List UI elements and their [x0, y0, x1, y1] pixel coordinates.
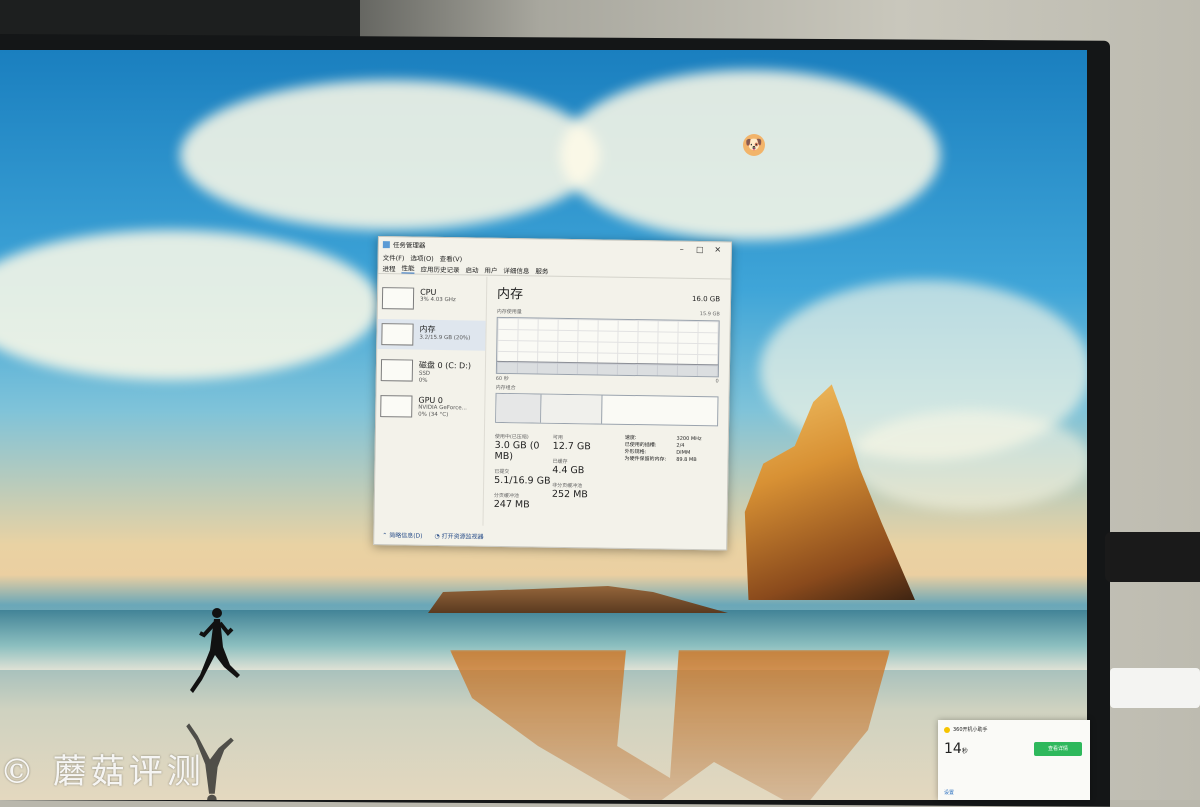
boot-seconds: 14	[944, 741, 962, 757]
task-manager-window: 任务管理器 – □ ✕ 文件(F) 选项(O) 查看(V) 进程 性能 应用历史…	[373, 236, 732, 551]
resource-memory[interactable]: 内存 3.2/15.9 GB (20%)	[377, 319, 486, 351]
usage-caption: 内存使用量	[496, 308, 522, 316]
graph-axis-left: 60 秒	[495, 375, 509, 383]
tab-startup[interactable]: 启动	[465, 264, 478, 274]
maximize-icon[interactable]: □	[691, 244, 709, 253]
resource-list: CPU 3% 4.03 GHz 内存 3.2/15.9 GB (20%) 磁盘 …	[374, 275, 488, 526]
stat-value: 5.1/16.9 GB	[494, 474, 551, 487]
disk-mini-graph	[380, 359, 414, 382]
tab-processes[interactable]: 进程	[382, 263, 395, 273]
usage-max: 15.9 GB	[699, 311, 720, 318]
cpu-mini-graph	[381, 287, 415, 310]
composition-free	[602, 396, 718, 426]
notification-header: 360开机小助手	[953, 727, 988, 733]
memory-usage-fill	[496, 360, 719, 377]
composition-caption: 内存组合	[495, 384, 516, 392]
menu-file[interactable]: 文件(F)	[383, 252, 405, 262]
runner-silhouette	[190, 608, 240, 693]
spec-label: 为硬件保留的内存:	[624, 455, 667, 463]
cloud	[180, 80, 600, 230]
memory-panel: 内存 16.0 GB 内存使用量 15.9 GB 60 秒 0 内存组合 使用中…	[483, 277, 730, 530]
memory-composition-bar	[495, 392, 719, 427]
memory-specs: 速度: 已使用的插槽: 外形规格: 为硬件保留的内存: 3200 MHz 2/4…	[624, 435, 701, 519]
cloud	[850, 410, 1087, 510]
resource-monitor-link[interactable]: ◔ 打开资源监视器	[434, 530, 483, 540]
tab-services[interactable]: 服务	[535, 265, 548, 275]
settings-link[interactable]: 设置	[944, 789, 954, 796]
tab-app-history[interactable]: 应用历史记录	[420, 263, 459, 274]
memory-mini-graph	[381, 323, 414, 346]
boot-time-notification: 360开机小助手 14秒 查看详情 设置	[938, 720, 1090, 800]
boot-seconds-unit: 秒	[961, 748, 968, 755]
tab-details[interactable]: 详细信息	[503, 264, 529, 274]
resource-detail: 3.2/15.9 GB (20%)	[419, 334, 471, 342]
resource-name: 磁盘 0 (C: D:)	[418, 360, 472, 371]
memory-usage-graph	[495, 316, 720, 378]
desktop-pet-icon[interactable]: 🐶	[743, 134, 765, 156]
menu-options[interactable]: 选项(O)	[410, 252, 433, 262]
watermark-text: © 蘑菇评测	[0, 752, 205, 792]
cloud	[0, 230, 380, 380]
fewer-details-label: 简略信息(D)	[389, 531, 423, 540]
usb-plug	[1110, 668, 1200, 708]
close-icon[interactable]: ✕	[709, 245, 727, 254]
resource-monitor-label: 打开资源监视器	[441, 532, 484, 541]
resource-detail: 3% 4.03 GHz	[419, 296, 456, 304]
spec-value: 89.8 MB	[676, 456, 697, 464]
stat-value: 4.4 GB	[552, 464, 585, 477]
resource-detail: 0% (34 °C)	[418, 411, 449, 419]
resource-cpu[interactable]: CPU 3% 4.03 GHz	[378, 283, 486, 315]
rock-reflection	[450, 650, 890, 800]
360-logo-icon	[944, 726, 950, 733]
stats-column-left: 使用中(已压缩) 3.0 GB (0 MB) 已提交 5.1/16.9 GB 分页缓…	[494, 433, 553, 517]
resource-gpu[interactable]: GPU 0 NVIDIA GeForce... 0% (34 °C)	[376, 391, 484, 423]
task-manager-app-icon	[382, 240, 390, 248]
resource-name: 内存	[419, 324, 436, 334]
stat-value: 247 MB	[493, 498, 530, 511]
composition-cached	[541, 394, 603, 424]
minimize-icon[interactable]: –	[673, 244, 691, 253]
view-details-button[interactable]: 查看详情	[1034, 742, 1082, 756]
total-memory: 16.0 GB	[691, 294, 721, 304]
distant-rocks	[428, 586, 728, 613]
resource-detail: 0%	[418, 377, 428, 384]
power-cable	[1105, 532, 1200, 582]
graph-axis-right: 0	[715, 378, 719, 385]
stat-value: 252 MB	[551, 488, 588, 501]
stat-value: 3.0 GB (0 MB)	[494, 439, 540, 463]
fewer-details-link[interactable]: ⌃ 简略信息(D)	[382, 530, 422, 540]
composition-in-use	[496, 393, 542, 423]
gpu-mini-graph	[380, 395, 413, 418]
tab-performance[interactable]: 性能	[401, 262, 415, 274]
panel-title: 内存	[496, 286, 524, 303]
tab-users[interactable]: 用户	[484, 264, 497, 274]
menu-view[interactable]: 查看(V)	[440, 252, 463, 262]
stat-value: 12.7 GB	[552, 440, 591, 453]
resource-disk[interactable]: 磁盘 0 (C: D:) SSD 0%	[377, 355, 485, 387]
stats-column-right: 可用 12.7 GB 已缓存 4.4 GB 非分页缓冲池 252 MB	[552, 434, 611, 518]
footer: ⌃ 简略信息(D) ◔ 打开资源监视器	[374, 524, 726, 550]
